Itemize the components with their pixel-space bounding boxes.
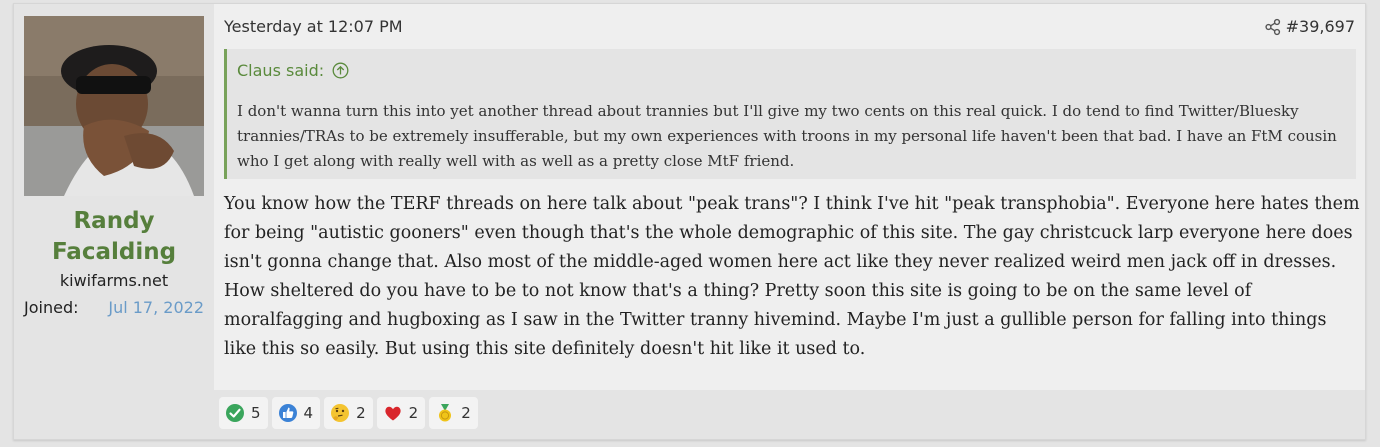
post-number[interactable]: #39,697 [1286, 17, 1355, 36]
quote-text: I don't wanna turn this into yet another… [237, 102, 1337, 170]
reaction-count: 2 [461, 404, 471, 422]
reaction-winner[interactable]: 2 [429, 397, 478, 429]
reactions-list: 5 4 2 2 2 [219, 397, 478, 429]
joined-date: Jul 17, 2022 [108, 298, 204, 317]
post-body: You know how the TERF threads on here ta… [224, 194, 1360, 359]
joined-label: Joined: [24, 298, 79, 317]
post-timestamp[interactable]: Yesterday at 12:07 PM [224, 17, 403, 36]
quote-author[interactable]: Claus said: [237, 61, 324, 80]
share-icon[interactable] [1264, 18, 1282, 36]
heart-icon [385, 406, 401, 421]
reaction-count: 2 [356, 404, 366, 422]
reaction-love[interactable]: 2 [376, 397, 426, 429]
thinking-face-icon [331, 404, 350, 422]
forum-post: Randy Facalding kiwifarms.net Joined: Ju… [13, 3, 1366, 440]
reaction-agree[interactable]: 5 [219, 397, 268, 429]
reaction-like[interactable]: 4 [271, 397, 321, 429]
quote-block: Claus said: I don't wanna turn this into… [224, 49, 1356, 179]
reaction-count: 4 [303, 404, 314, 422]
quote-header[interactable]: Claus said: [237, 61, 349, 80]
avatar[interactable] [24, 16, 204, 196]
username[interactable]: Randy Facalding [14, 206, 214, 268]
reaction-thunk[interactable]: 2 [324, 397, 373, 429]
avatar-image [24, 16, 204, 196]
jump-to-quote-icon[interactable] [332, 62, 349, 79]
reaction-count: 2 [408, 404, 419, 422]
reactions-bar: 5 4 2 2 2 [214, 390, 1365, 439]
medal-icon [439, 404, 452, 422]
reaction-count: 5 [251, 404, 261, 422]
thumbs-up-icon [278, 404, 297, 422]
green-check-icon [226, 404, 244, 422]
user-sidebar: Randy Facalding kiwifarms.net Joined: Ju… [14, 4, 214, 439]
user-title: kiwifarms.net [59, 271, 169, 290]
